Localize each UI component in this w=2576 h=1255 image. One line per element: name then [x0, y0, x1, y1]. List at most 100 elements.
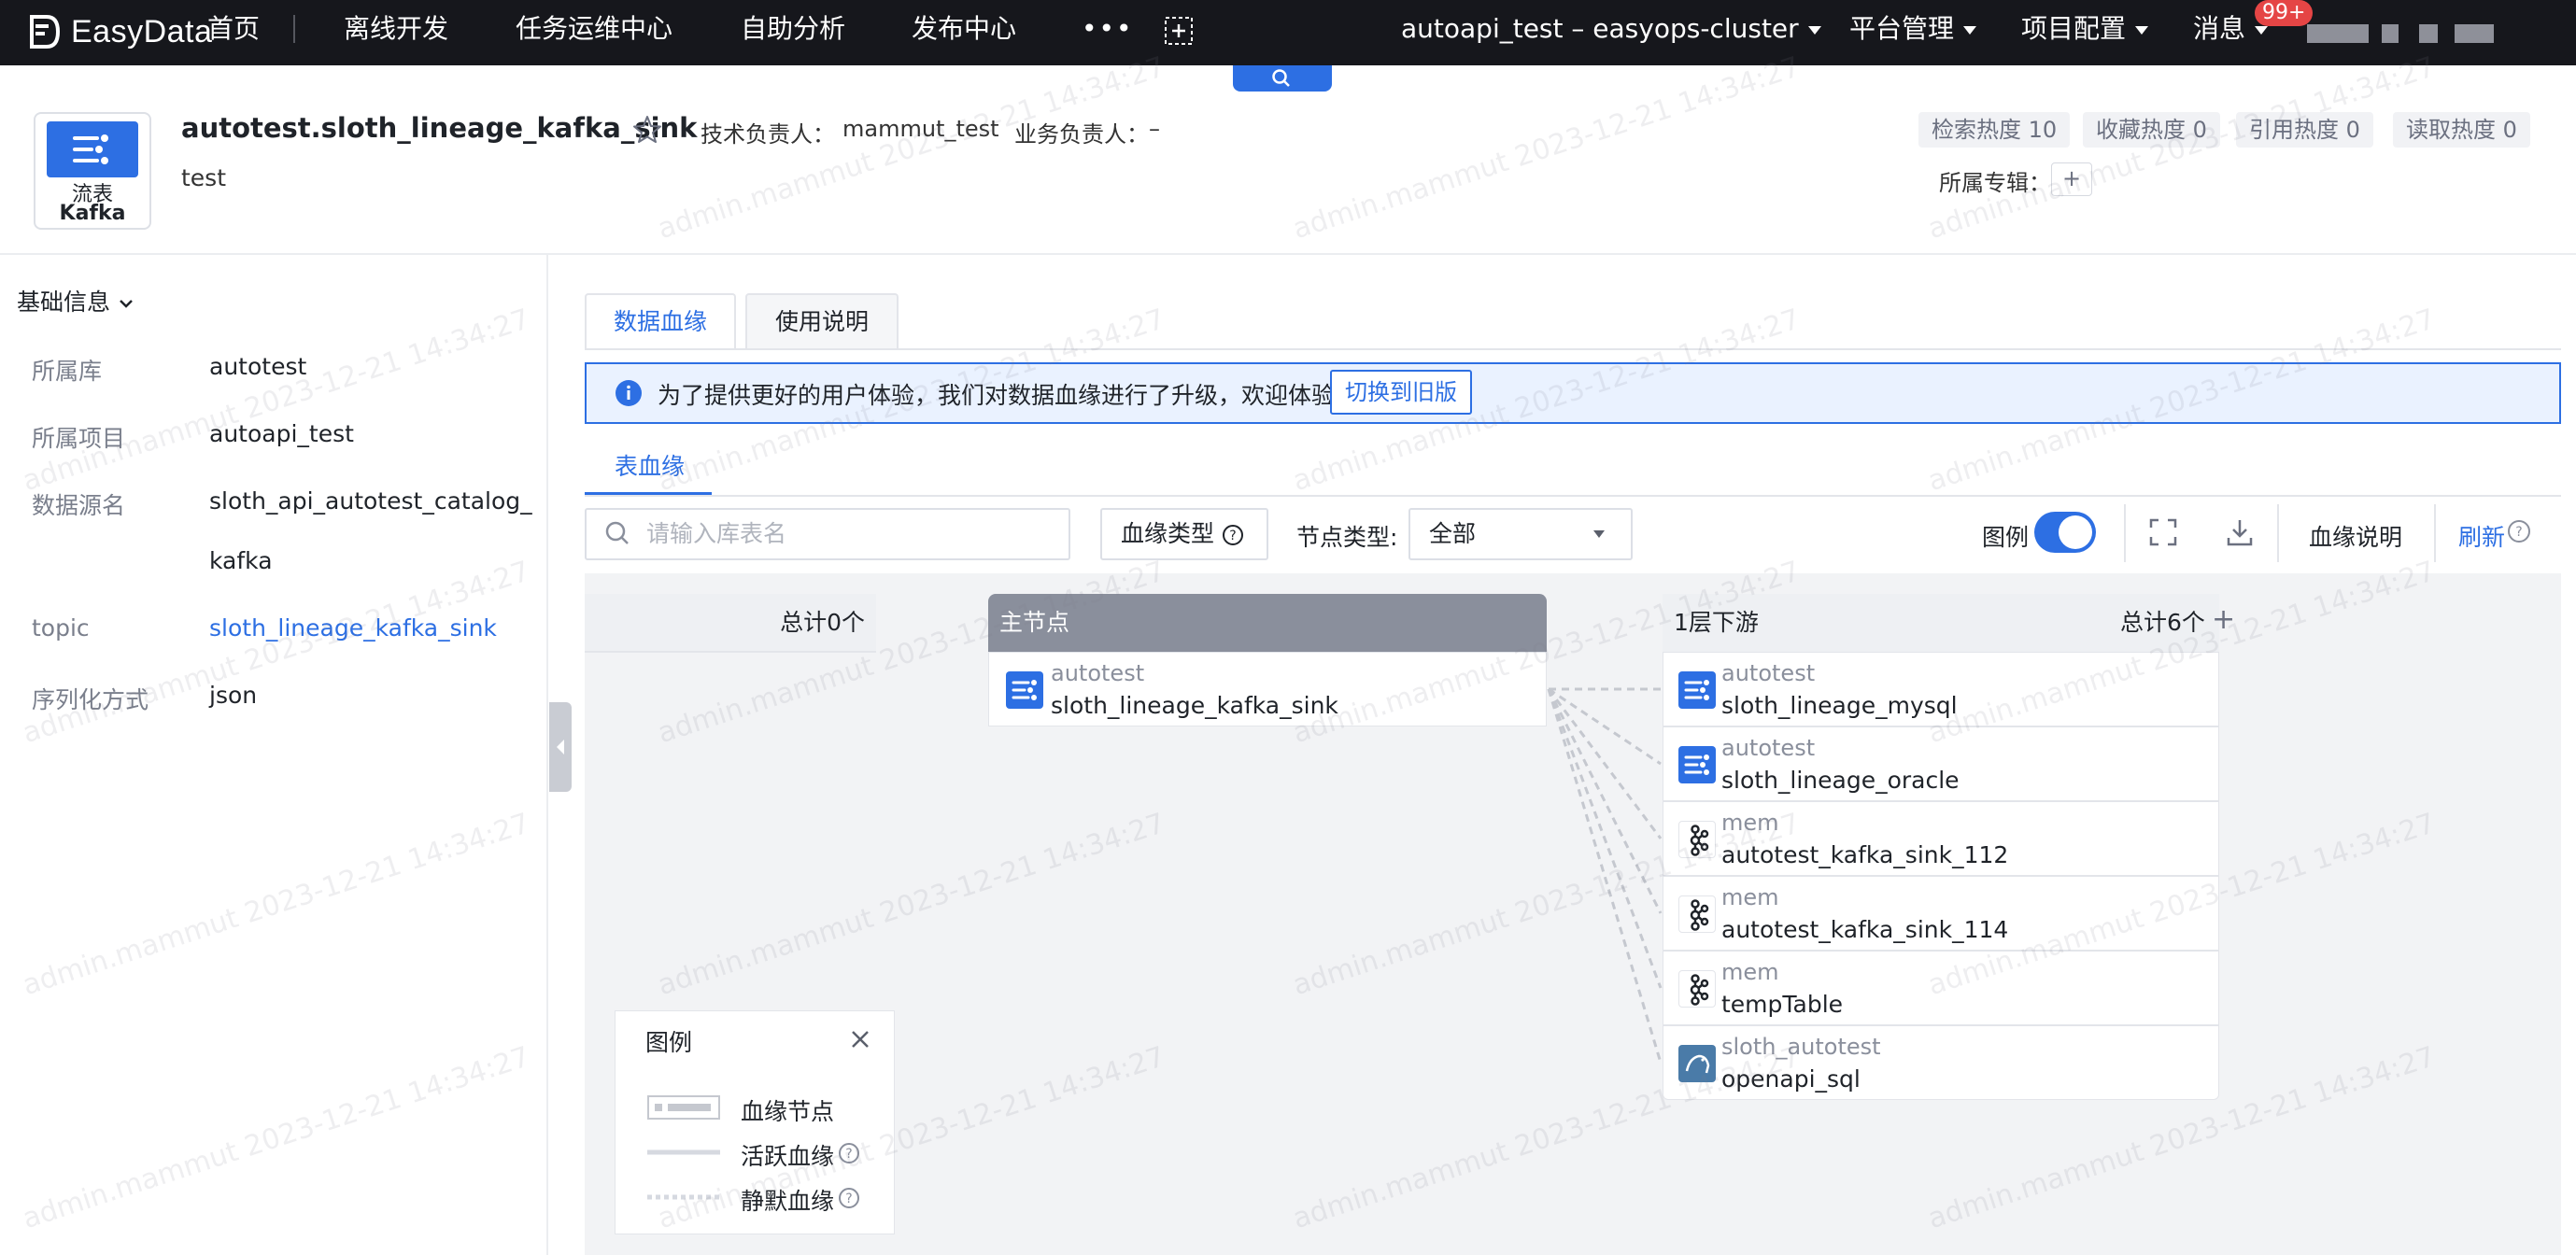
help-icon[interactable]: ? — [2507, 519, 2531, 543]
tab-divider — [585, 348, 2561, 350]
favorite-heat-badge: 收藏热度 0 — [2083, 112, 2220, 148]
downstream-node[interactable]: sloth_autotest openapi_sql — [1663, 1025, 2219, 1100]
tech-owner-label: 技术负责人： — [701, 121, 835, 148]
node-table: sloth_lineage_kafka_sink — [1051, 692, 1338, 719]
main-node-header: 主节点 — [988, 594, 1547, 652]
nav-task-ops[interactable]: 任务运维中心 — [516, 0, 672, 65]
chevron-left-icon — [557, 740, 564, 754]
downstream-node[interactable]: mem autotest_kafka_sink_114 — [1663, 876, 2219, 951]
node-table: autotest_kafka_sink_114 — [1721, 916, 2009, 943]
downstream-node[interactable]: autotest sloth_lineage_oracle — [1663, 726, 2219, 801]
user-avatar[interactable] — [2307, 24, 2369, 43]
nav-home[interactable]: 首页 — [207, 0, 260, 65]
mysql-icon — [1678, 1045, 1716, 1082]
read-heat-badge: 读取热度 0 — [2393, 112, 2530, 148]
logo-text: EasyData — [71, 13, 213, 49]
tab-usage[interactable]: 使用说明 — [745, 293, 899, 349]
lineage-help-button[interactable]: 血缘说明 — [2309, 519, 2402, 553]
legend-panel: 图例 血缘节点 活跃血缘 ? 静默血缘 ? — [615, 1010, 895, 1234]
platform-admin-menu[interactable]: 平台管理 — [1849, 0, 1977, 65]
banner-text: 为了提供更好的用户体验，我们对数据血缘进行了升级，欢迎体验。 — [658, 382, 1359, 409]
watermark: admin.mammut 2023-12-21 14:34:27 — [1924, 50, 2440, 247]
add-app-icon[interactable] — [1164, 16, 1194, 46]
legend-item: 血缘节点 — [741, 1098, 835, 1125]
field-value: json — [209, 682, 258, 709]
help-icon[interactable]: ? — [838, 1187, 860, 1209]
watermark: admin.mammut 2023-12-21 14:34:27 — [19, 1040, 534, 1236]
node-type-value: 全部 — [1429, 520, 1477, 547]
downstream-node[interactable]: mem autotest_kafka_sink_112 — [1663, 801, 2219, 876]
node-db: mem — [1721, 959, 1779, 985]
main-node[interactable]: autotest sloth_lineage_kafka_sink — [988, 652, 1547, 726]
search-heat-badge: 检索热度 10 — [1918, 112, 2071, 148]
svg-text:?: ? — [845, 1192, 852, 1206]
node-db: mem — [1721, 810, 1779, 836]
sidebar-divider — [546, 255, 548, 1255]
tab-data-lineage[interactable]: 数据血缘 — [585, 293, 736, 349]
watermark: admin.mammut 2023-12-21 14:34:27 — [1289, 50, 1805, 247]
lineage-type-button[interactable]: 血缘类型 ? — [1100, 508, 1268, 560]
node-table: openapi_sql — [1721, 1065, 1861, 1093]
node-db: sloth_autotest — [1721, 1034, 1881, 1060]
downstream-node[interactable]: mem tempTable — [1663, 951, 2219, 1025]
close-icon[interactable] — [849, 1028, 871, 1051]
upstream-total: 总计0个 — [780, 609, 865, 636]
switch-old-version-button[interactable]: 切换到旧版 — [1330, 370, 1472, 415]
platform-admin-label: 平台管理 — [1849, 13, 1955, 44]
biz-owner-label: 业务负责人： — [1014, 121, 1149, 148]
topic-link[interactable]: sloth_lineage_kafka_sink — [209, 614, 497, 642]
nav-self-analysis[interactable]: 自助分析 — [741, 0, 845, 65]
downstream-label: 1层下游 — [1674, 609, 1759, 636]
object-type-card: 流表 Kafka — [34, 112, 151, 230]
field-value: autotest — [209, 353, 307, 380]
active-lineage-legend-icon — [647, 1149, 720, 1155]
chevron-down-icon — [120, 300, 133, 308]
tab-table-lineage[interactable]: 表血缘 — [615, 448, 685, 482]
refresh-button[interactable]: 刷新 — [2458, 519, 2505, 553]
node-type-select[interactable]: 全部 — [1408, 508, 1633, 560]
header-divider — [0, 253, 2576, 255]
global-search-button[interactable] — [1233, 65, 1332, 92]
sidebar-collapse-handle[interactable] — [549, 702, 572, 792]
chevron-down-icon — [2135, 25, 2149, 35]
help-icon[interactable]: ? — [838, 1142, 860, 1164]
legend-toggle-switch[interactable] — [2034, 512, 2096, 553]
node-db: autotest — [1721, 660, 1816, 686]
info-icon — [616, 380, 642, 406]
cluster-selector[interactable]: autoapi_test – easyops-cluster — [1401, 0, 1821, 65]
node-table: sloth_lineage_mysql — [1721, 692, 1958, 719]
main-node-label: 主节点 — [999, 609, 1070, 636]
cluster-name: autoapi_test – easyops-cluster — [1401, 13, 1799, 44]
project-config-menu[interactable]: 项目配置 — [2021, 0, 2149, 65]
legend-title: 图例 — [645, 1029, 693, 1056]
star-icon[interactable] — [631, 114, 663, 146]
easydata-logo-icon — [30, 15, 61, 49]
downstream-node[interactable]: autotest sloth_lineage_mysql — [1663, 652, 2219, 726]
svg-text:?: ? — [1229, 529, 1236, 543]
nav-more-button[interactable]: ••• — [1082, 0, 1134, 65]
node-table: autotest_kafka_sink_112 — [1721, 841, 2009, 868]
stream-icon — [1006, 671, 1043, 709]
basic-info-toggle[interactable]: 基础信息 — [17, 284, 134, 317]
field-value: autoapi_test — [209, 420, 354, 447]
project-config-label: 项目配置 — [2021, 13, 2127, 44]
add-collection-button[interactable]: + — [2051, 162, 2092, 196]
logo[interactable]: EasyData — [28, 7, 212, 56]
upstream-header: 总计0个 — [585, 594, 876, 652]
legend-toggle-label: 图例 — [1982, 524, 2030, 551]
page-description: test — [181, 164, 227, 191]
user-name-blur — [2455, 24, 2494, 43]
table-search-input[interactable]: 请输入库表名 — [585, 508, 1070, 560]
downstream-total: 总计6个 — [2120, 609, 2205, 636]
fullscreen-icon[interactable] — [2148, 517, 2178, 547]
help-icon: ? — [1222, 525, 1243, 545]
biz-owner-value: – — [1149, 116, 1160, 142]
nav-offline-dev[interactable]: 离线开发 — [344, 0, 448, 65]
download-icon[interactable] — [2225, 517, 2255, 547]
collection-label: 所属专辑： — [1939, 170, 2051, 196]
expand-downstream-button[interactable]: + — [2212, 603, 2235, 636]
search-icon — [1272, 69, 1290, 87]
user-name-blur — [2382, 24, 2399, 43]
nav-publish[interactable]: 发布中心 — [912, 0, 1016, 65]
field-label: 序列化方式 — [32, 686, 149, 713]
